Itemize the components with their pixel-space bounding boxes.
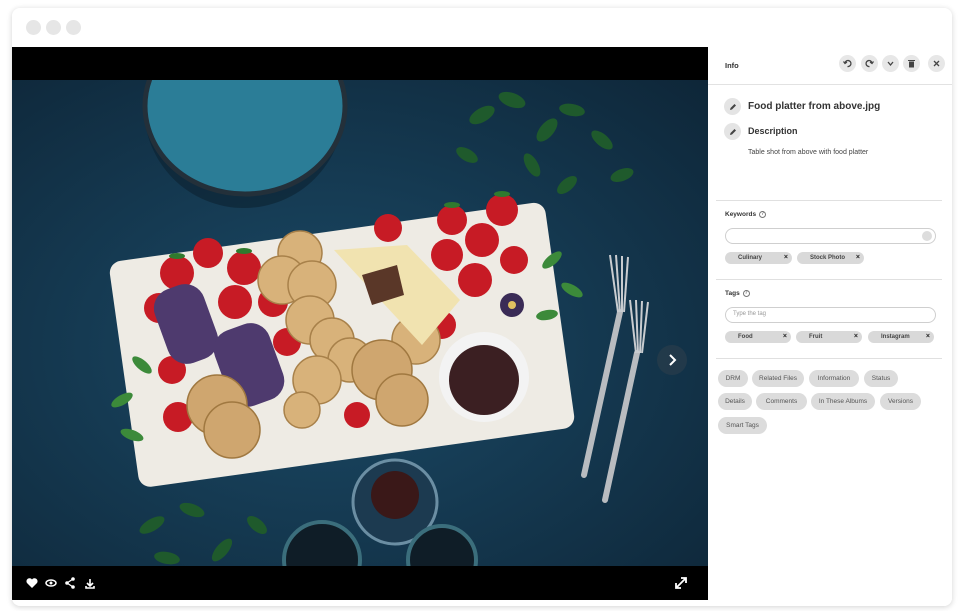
redo-icon [865, 59, 874, 68]
tag-chip-label: Food [738, 334, 753, 340]
remove-chip-icon[interactable]: × [854, 331, 858, 343]
section-pill-comments[interactable]: Comments [756, 393, 807, 410]
clear-icon[interactable] [922, 231, 932, 241]
panel-title: Info [725, 61, 739, 70]
divider [716, 200, 942, 201]
info-panel: Info Food platter from above.jpg Descrip… [708, 47, 952, 606]
remove-chip-icon[interactable]: × [926, 331, 930, 343]
download-icon[interactable] [82, 575, 98, 591]
pencil-icon [729, 128, 736, 135]
close-button[interactable] [928, 55, 945, 72]
keywords-label: Keywords? [725, 211, 767, 219]
tags-label: Tags? [725, 290, 750, 297]
keywords-input[interactable] [725, 228, 936, 244]
description-label: Description [748, 126, 798, 136]
tag-chip-label: Fruit [809, 334, 823, 340]
edit-filename-button[interactable] [724, 98, 741, 115]
window-dot-minimize[interactable] [46, 20, 61, 35]
divider [716, 279, 942, 280]
chevron-right-icon [669, 354, 677, 366]
pencil-icon [729, 103, 736, 110]
description-text: Table shot from above with food platter [748, 149, 869, 156]
next-image-button[interactable] [657, 345, 687, 375]
tags-input[interactable]: Type the tag [725, 307, 936, 323]
section-pill-drm[interactable]: DRM [718, 370, 748, 387]
section-pill-related-files[interactable]: Related Files [752, 370, 804, 387]
tag-chip: Fruit × [796, 331, 862, 343]
delete-button[interactable] [903, 55, 920, 72]
file-name: Food platter from above.jpg [748, 101, 881, 112]
keyword-chip: Stock Photo × [797, 252, 864, 264]
trash-icon [908, 60, 915, 68]
redo-button[interactable] [861, 55, 878, 72]
tag-chip: Food × [725, 331, 791, 343]
title-bar [12, 8, 952, 47]
eye-icon[interactable] [43, 575, 59, 591]
remove-chip-icon[interactable]: × [856, 252, 860, 264]
section-pill-information[interactable]: Information [809, 370, 859, 387]
preview-image [12, 80, 708, 566]
close-icon [933, 60, 940, 67]
section-pill-versions[interactable]: Versions [880, 393, 921, 410]
tag-chip-label: Instagram [881, 334, 910, 340]
app-window: Info Food platter from above.jpg Descrip… [12, 8, 952, 606]
section-pill-status[interactable]: Status [864, 370, 898, 387]
section-pill-details[interactable]: Details [718, 393, 752, 410]
viewer-toolbar [12, 566, 708, 600]
window-dot-maximize[interactable] [66, 20, 81, 35]
keyword-chip-label: Stock Photo [810, 255, 846, 261]
keyword-chip: Culinary × [725, 252, 792, 264]
section-pill-in-these-albums[interactable]: In These Albums [811, 393, 875, 410]
help-icon[interactable]: ? [742, 290, 750, 297]
tags-label-text: Tags [725, 290, 740, 298]
expand-menu-button[interactable] [882, 55, 899, 72]
edit-description-button[interactable] [724, 123, 741, 140]
share-icon[interactable] [62, 575, 78, 591]
remove-chip-icon[interactable]: × [784, 252, 788, 264]
expand-icon[interactable] [672, 574, 690, 592]
undo-icon [843, 59, 852, 68]
chevron-down-icon [887, 61, 894, 67]
help-icon[interactable]: ? [759, 211, 767, 218]
tag-chip: Instagram × [868, 331, 934, 343]
keyword-chip-label: Culinary [738, 255, 763, 261]
panel-header: Info [708, 47, 952, 85]
tags-placeholder: Type the tag [733, 311, 767, 317]
heart-icon[interactable] [24, 575, 40, 591]
section-pill-smart-tags[interactable]: Smart Tags [718, 417, 767, 434]
remove-chip-icon[interactable]: × [783, 331, 787, 343]
window-dot-close[interactable] [26, 20, 41, 35]
undo-button[interactable] [839, 55, 856, 72]
divider [716, 358, 942, 359]
keywords-label-text: Keywords [725, 211, 757, 219]
image-viewer [12, 47, 708, 600]
